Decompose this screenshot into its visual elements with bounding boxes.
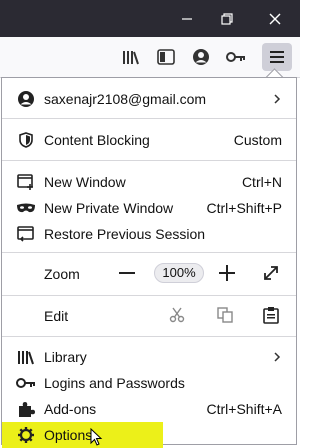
zoom-label: Zoom [44,266,80,282]
close-window-button[interactable] [256,0,294,37]
minus-icon [119,272,135,274]
chevron-right-icon [272,348,282,366]
puzzle-piece-icon [16,399,36,419]
zoom-reset-button[interactable]: 100% [154,263,204,283]
addons-label: Add-ons [44,401,97,417]
account-icon [193,49,209,65]
divider [2,252,296,253]
key-icon [226,52,245,62]
divider [2,295,296,296]
restore-session-item[interactable]: Restore Previous Session [2,221,296,247]
account-icon [16,89,36,109]
paste-button[interactable] [260,304,282,326]
fullscreen-icon [264,266,278,280]
addons-item[interactable]: Add-ons Ctrl+Shift+A [2,396,296,422]
title-bar [0,0,300,37]
zoom-in-button[interactable] [216,262,238,284]
hamburger-menu-icon [270,51,284,63]
cut-button[interactable] [166,304,188,326]
copy-button[interactable] [214,304,236,326]
restore-session-icon [16,224,36,244]
options-label: Options [44,427,93,443]
clipboard-icon [263,307,279,324]
library-button[interactable] [116,43,146,71]
edit-label: Edit [44,308,69,324]
close-icon [269,13,281,24]
divider [2,160,296,161]
app-menu-panel: saxenajr2108@gmail.com Content Blocking … [1,77,297,448]
new-private-window-label: New Private Window [44,200,174,216]
logins-passwords-label: Logins and Passwords [44,375,185,391]
restore-session-label: Restore Previous Session [44,226,206,242]
toolbar [0,37,300,78]
new-private-window-shortcut: Ctrl+Shift+P [206,200,282,216]
edit-row: Edit [2,303,296,329]
options-item[interactable]: Options [2,422,163,448]
open-menu-button[interactable] [262,43,292,71]
mouse-cursor-icon [90,428,103,446]
library-item[interactable]: Library [2,344,296,370]
key-icon [16,373,36,393]
addons-shortcut: Ctrl+Shift+A [206,401,282,417]
new-window-label: New Window [44,174,126,190]
gear-icon [16,425,36,445]
minimize-button[interactable] [168,0,206,37]
restore-icon [221,12,233,25]
library-icon [16,347,36,367]
library-icon [123,51,139,65]
content-blocking-label: Content Blocking [44,132,150,148]
new-window-icon [16,172,36,192]
sidebar-icon [157,49,175,65]
logins-passwords-item[interactable]: Logins and Passwords [2,370,296,396]
content-blocking-status: Custom [233,132,282,148]
account-email: saxenajr2108@gmail.com [44,91,207,107]
new-private-window-item[interactable]: New Private Window Ctrl+Shift+P [2,195,296,221]
copy-icon [217,307,233,323]
new-window-item[interactable]: New Window Ctrl+N [2,169,296,195]
passwords-button[interactable] [221,43,251,71]
zoom-row: Zoom [2,261,296,287]
fullscreen-button[interactable] [260,262,282,284]
plus-icon [219,265,235,281]
account-row[interactable]: saxenajr2108@gmail.com [2,86,296,112]
zoom-out-button[interactable] [116,262,138,284]
sidebar-button[interactable] [151,43,181,71]
restore-button[interactable] [208,0,246,37]
scissors-icon [169,307,185,323]
new-window-shortcut: Ctrl+N [241,174,282,190]
divider [2,336,296,337]
shield-icon [16,130,36,150]
content-blocking-row[interactable]: Content Blocking Custom [2,127,296,153]
library-label: Library [44,349,87,365]
private-mask-icon [16,198,36,218]
minimize-icon [182,17,192,20]
chevron-right-icon [272,90,282,108]
account-button[interactable] [186,43,216,71]
divider [2,118,296,119]
